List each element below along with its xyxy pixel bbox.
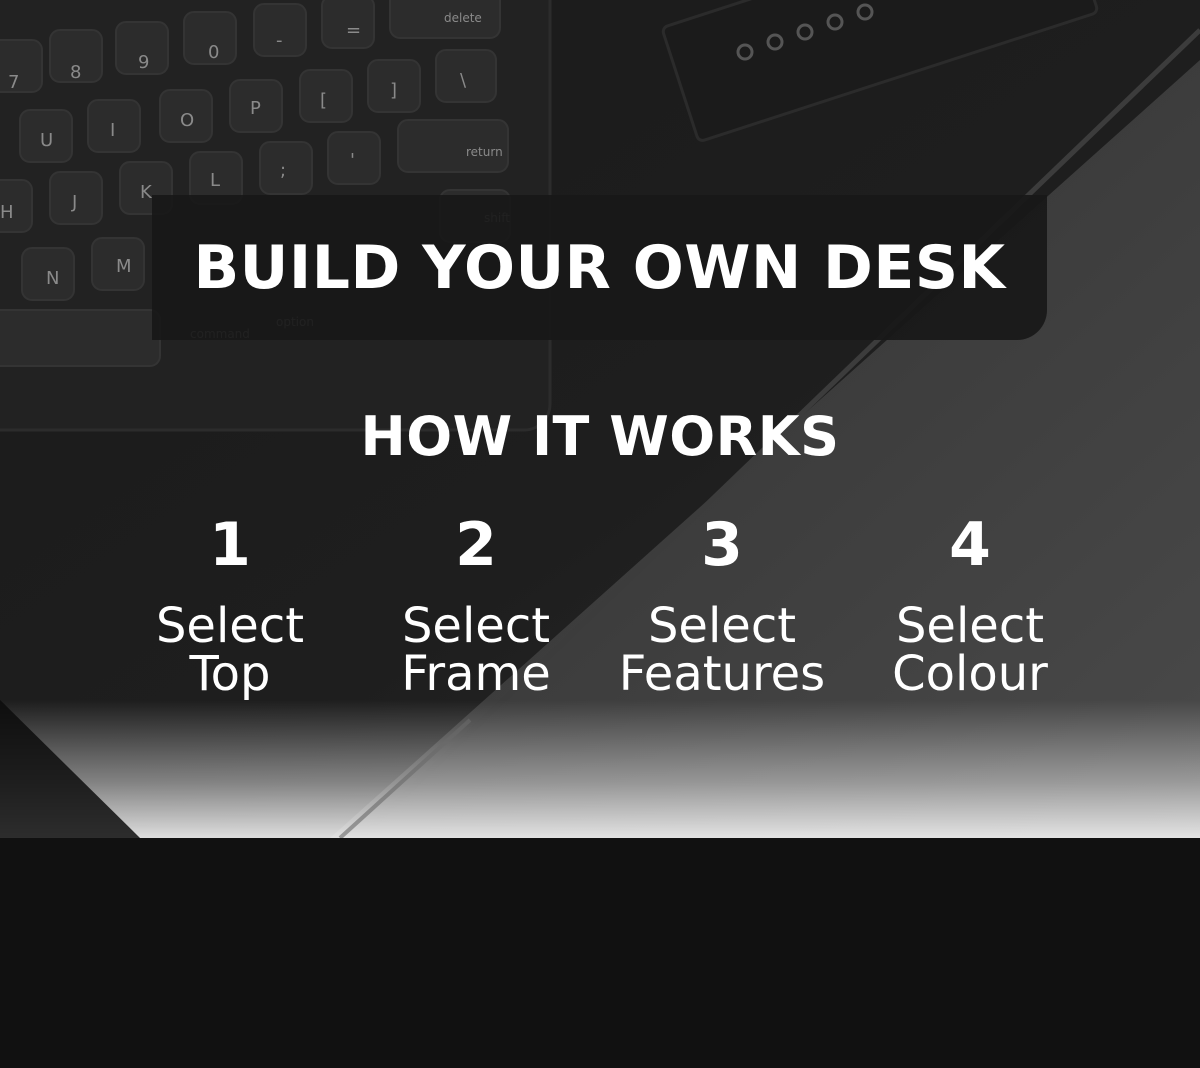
- step-number: 4: [949, 510, 991, 580]
- svg-text:-: -: [276, 30, 283, 51]
- step-label: Select Colour: [840, 602, 1100, 698]
- step-label: Select Features: [592, 602, 852, 698]
- svg-text:\: \: [460, 70, 467, 91]
- svg-text:;: ;: [280, 160, 286, 181]
- svg-text:=: =: [346, 20, 361, 41]
- svg-text:N: N: [46, 268, 59, 289]
- svg-text:8: 8: [70, 62, 81, 83]
- svg-text:H: H: [0, 202, 14, 223]
- step-label-line1: Select: [155, 598, 305, 654]
- key-return: return: [466, 145, 503, 159]
- step-label-line1: Select: [401, 598, 551, 654]
- step-label: Select Top: [100, 602, 360, 698]
- svg-text:9: 9: [138, 52, 149, 73]
- step-number: 1: [209, 510, 251, 580]
- svg-text:M: M: [116, 256, 132, 277]
- svg-text:7: 7: [8, 72, 19, 93]
- svg-text:0: 0: [208, 42, 219, 63]
- step-label-line1: Select: [895, 598, 1045, 654]
- step-4: 4 Select Colour: [840, 510, 1100, 698]
- title-banner: BUILD YOUR OWN DESK: [152, 195, 1047, 340]
- step-label-line2: Top: [189, 646, 271, 702]
- how-it-works-heading: HOW IT WORKS: [360, 405, 840, 468]
- svg-text:J: J: [71, 192, 77, 213]
- hero-banner: 7 8 9 0 - = U I O P [ ] \ H J K L ; ' N …: [0, 0, 1200, 838]
- key-delete: delete: [444, 11, 482, 25]
- svg-text:[: [: [320, 90, 327, 111]
- step-label-line1: Select: [647, 598, 797, 654]
- step-3: 3 Select Features: [592, 510, 852, 698]
- page-title: BUILD YOUR OWN DESK: [193, 232, 1006, 303]
- svg-text:': ': [350, 150, 355, 171]
- step-2: 2 Select Frame: [346, 510, 606, 698]
- step-label-line2: Frame: [401, 646, 551, 702]
- footer-blank-area: [0, 838, 1200, 1068]
- step-number: 3: [701, 510, 743, 580]
- svg-text:U: U: [40, 130, 53, 151]
- step-label: Select Frame: [346, 602, 606, 698]
- step-label-line2: Colour: [892, 646, 1048, 702]
- step-label-line2: Features: [618, 646, 826, 702]
- step-number: 2: [455, 510, 497, 580]
- svg-text:I: I: [110, 120, 115, 141]
- svg-text:P: P: [250, 98, 261, 119]
- step-1: 1 Select Top: [100, 510, 360, 698]
- steps-list: 1 Select Top 2 Select Frame 3 Select Fea…: [0, 510, 1200, 710]
- svg-text:O: O: [180, 110, 194, 131]
- svg-text:]: ]: [390, 80, 397, 101]
- svg-text:L: L: [210, 170, 220, 191]
